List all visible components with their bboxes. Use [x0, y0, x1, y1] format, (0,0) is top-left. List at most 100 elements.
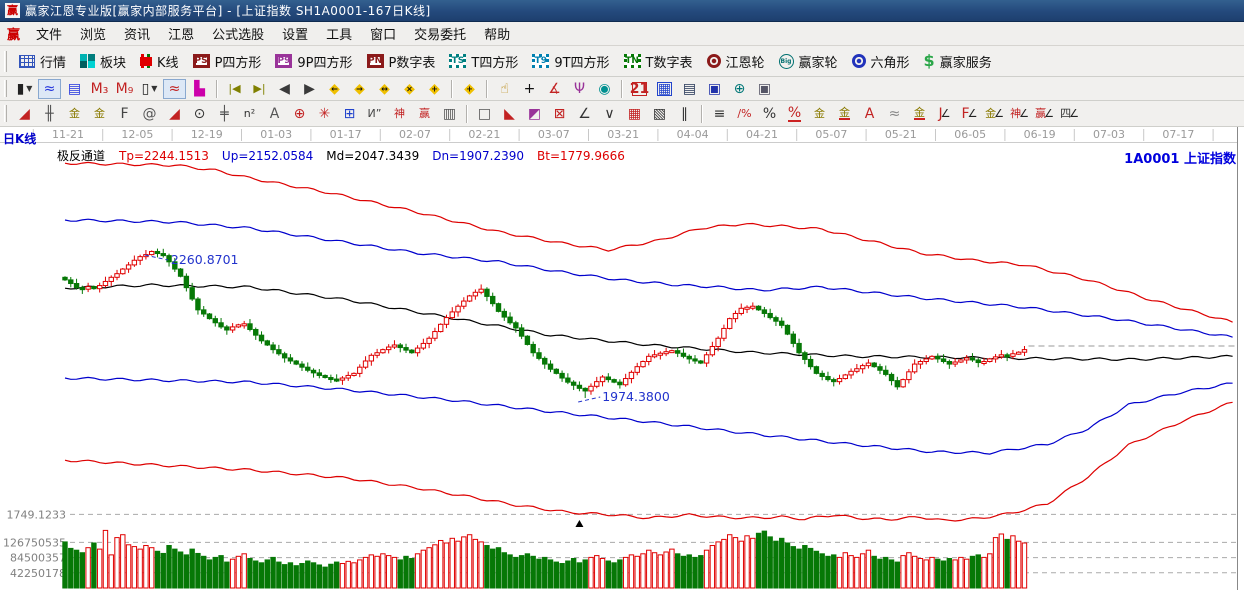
chart-area[interactable]: 11-21 12-05 12-19 01-03 01-17 02-07 02-21 03-07… — [0, 127, 1244, 590]
menu-浏览[interactable]: 浏览 — [71, 22, 115, 45]
draw-time-cycle[interactable]: ⊙ — [188, 104, 211, 124]
draw-spiral-tool[interactable]: @ — [138, 104, 161, 124]
tool-extreme-channel-red[interactable]: ≈ — [163, 78, 186, 99]
draw-zigzag-wave[interactable]: ∨ — [598, 104, 621, 124]
draw-ying-tool[interactable]: 赢 — [413, 104, 436, 124]
draw-j-angle[interactable]: J ∠ — [933, 104, 956, 124]
menu-江恩[interactable]: 江恩 — [159, 22, 203, 45]
toolbar-t-number-table[interactable]: TN T数字表 — [617, 48, 700, 74]
menu-公式选股[interactable]: 公式选股 — [203, 22, 273, 45]
draw-gann-fan-box[interactable]: ◩ — [523, 104, 546, 124]
draw-percent-slash[interactable]: ∕% — [733, 104, 756, 124]
tool-volume-profile[interactable]: ▙ — [188, 79, 211, 99]
tool-wave-9[interactable]: M₉ — [113, 79, 136, 99]
tool-crosshair-cursor[interactable]: + — [518, 79, 541, 99]
volume-bar-111 — [703, 549, 710, 589]
draw-gold-ratio-v[interactable]: 金 — [88, 104, 111, 124]
tool-info-list[interactable]: ▤ — [63, 79, 86, 99]
menu-设置[interactable]: 设置 — [273, 22, 317, 45]
draw-shen-angle[interactable]: 神 ∠ — [1008, 104, 1031, 124]
tool-diary-notes[interactable]: ▤ — [678, 79, 701, 99]
menu-交易委托[interactable]: 交易委托 — [405, 22, 475, 45]
tool-goto-last[interactable]: ▶| — [248, 79, 271, 99]
date-tick-07-03: 07-03 — [1093, 128, 1125, 141]
draw-fib-time[interactable]: F — [113, 104, 136, 124]
toolbar-quotes[interactable]: 行情 — [12, 48, 73, 74]
draw-gold-angle[interactable]: 金 ∠ — [983, 104, 1006, 124]
draw-wave-ab[interactable]: ≈ — [883, 104, 906, 124]
draw-gold-underline[interactable]: 金 — [908, 104, 931, 124]
toolbar-winner-wheel[interactable]: Big 赢家轮 — [772, 48, 845, 74]
tool-wave-3[interactable]: M₃ — [88, 79, 111, 99]
draw-square-grid[interactable]: ▦ — [623, 104, 646, 124]
draw-k-mark[interactable]: И” — [363, 104, 386, 124]
tool-zoom-fit[interactable]: ◆ + — [458, 79, 481, 99]
tool-pan-hand[interactable]: ☝ — [493, 79, 516, 99]
draw-rect-frame[interactable]: □ — [473, 104, 496, 124]
toolbar-9p-square[interactable]: P9 9P四方形 — [268, 48, 359, 74]
period-kline-dropdown-dropdown-arrow[interactable]: ▼ — [26, 84, 32, 93]
tool-smart-tool[interactable]: ◉ — [593, 79, 616, 99]
draw-square-grid-arrow[interactable]: ▧ — [648, 104, 671, 124]
menu-资讯[interactable]: 资讯 — [115, 22, 159, 45]
draw-gold-circle[interactable]: 金 — [808, 104, 831, 124]
toolbar-t-square[interactable]: TS T四方形 — [442, 48, 525, 74]
draw-shen-tool[interactable]: 神 — [388, 104, 411, 124]
draw-n-square[interactable]: n² — [238, 104, 261, 124]
tool-scroll-right[interactable]: ▶ — [298, 79, 321, 99]
tool-calendar[interactable]: 21 — [628, 79, 651, 99]
tool-candle-type-dropdown[interactable]: ▯ ▼ — [138, 79, 161, 99]
draw-trend-channel[interactable]: A — [263, 104, 286, 124]
toolbar-9t-square[interactable]: T9 9T四方形 — [525, 48, 616, 74]
draw-time-grid[interactable]: ╫ — [38, 104, 61, 124]
menu-帮助[interactable]: 帮助 — [475, 22, 519, 45]
draw-parallel-lines[interactable]: ∥ — [673, 104, 696, 124]
tool-remote-service[interactable]: ▣ — [753, 79, 776, 99]
tool-goto-first[interactable]: |◀ — [223, 79, 246, 99]
draw-gold-ratio-h[interactable]: 金 — [63, 104, 86, 124]
draw-percent-line[interactable]: % — [783, 104, 806, 124]
draw-bar-count[interactable]: ╪ — [213, 104, 236, 124]
tool-extreme-channel-blue[interactable]: ≈ — [38, 78, 61, 99]
draw-ying-angle[interactable]: 赢 ∠ — [1033, 104, 1056, 124]
draw-gann-web-red[interactable]: ✳ — [313, 104, 336, 124]
tool-period-kline-dropdown[interactable]: ▮ ▼ — [13, 79, 36, 99]
toolbar-kline[interactable]: K线 — [133, 48, 186, 74]
draw-draw-pen[interactable]: ◢ — [13, 104, 36, 124]
menu-窗口[interactable]: 窗口 — [361, 22, 405, 45]
tool-gann-clamp[interactable]: Ψ — [568, 79, 591, 99]
draw-stats-levels[interactable]: ≡ — [708, 104, 731, 124]
draw-price-brush[interactable]: A — [858, 104, 881, 124]
draw-gann-fan-grid[interactable]: ⊠ — [548, 104, 571, 124]
toolbar-hexagon[interactable]: 六角形 — [845, 48, 917, 74]
tool-zoom-h-expand[interactable]: ◆ ↔ — [373, 79, 396, 99]
menu-文件[interactable]: 文件 — [27, 22, 71, 45]
draw-si-angle[interactable]: 四 ∠ — [1058, 104, 1081, 124]
tool-save-data[interactable]: ▣ — [703, 79, 726, 99]
tool-calculator[interactable]: ▦ — [653, 79, 676, 99]
tool-zoom-out[interactable]: ◆ + — [423, 79, 446, 99]
candle-type-dropdown-dropdown-arrow[interactable]: ▼ — [151, 84, 157, 93]
tool-angle-tool[interactable]: ∡ — [543, 79, 566, 99]
draw-percent[interactable]: % — [758, 104, 781, 124]
kline-chart-canvas[interactable]: 11-21 12-05 12-19 01-03 01-17 02-07 02-21 03-07… — [0, 127, 1244, 590]
toolbar-sectors[interactable]: 板块 — [73, 48, 133, 74]
tool-zoom-in[interactable]: ◆ × — [398, 79, 421, 99]
toolbar-winner-service[interactable]: $ 赢家服务 — [917, 48, 999, 74]
tool-scroll-left[interactable]: ◀ — [273, 79, 296, 99]
menu-工具[interactable]: 工具 — [317, 22, 361, 45]
draw-draw-knife[interactable]: ◢ — [163, 104, 186, 124]
tool-zoom-left[interactable]: ◆ ← — [323, 79, 346, 99]
toolbar-p-number-table[interactable]: PN P数字表 — [360, 48, 443, 74]
draw-speed-lines[interactable]: ∠ — [573, 104, 596, 124]
tool-network-update[interactable]: ⊕ — [728, 79, 751, 99]
tool-zoom-right[interactable]: ◆ → — [348, 79, 371, 99]
draw-gann-fan[interactable]: ◣ — [498, 104, 521, 124]
draw-ruler-123[interactable]: ▥ — [438, 104, 461, 124]
draw-f-angle[interactable]: F ∠ — [958, 104, 981, 124]
draw-gann-web-blue[interactable]: ⊞ — [338, 104, 361, 124]
toolbar-gann-wheel[interactable]: 江恩轮 — [700, 48, 772, 74]
draw-gold-line[interactable]: 金 — [833, 104, 856, 124]
toolbar-p-square[interactable]: PS P四方形 — [186, 48, 269, 74]
draw-gann-target[interactable]: ⊕ — [288, 104, 311, 124]
